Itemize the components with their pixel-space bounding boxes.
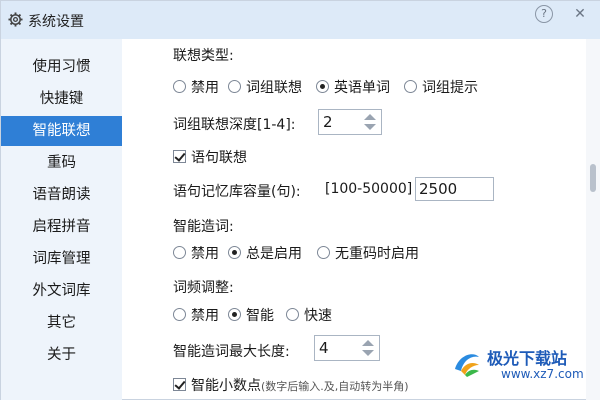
assoc-type-option-label: 英语单词 [334,80,390,96]
assoc-type-option-label: 词组提示 [422,80,478,96]
help-button[interactable]: ? [535,5,553,23]
sentence-assoc-label: 语句联想 [191,150,247,166]
smart-word-radio-always[interactable] [228,246,241,259]
watermark: 极光下载站 www.xz7.com [451,343,596,395]
phrase-depth-stepper[interactable]: 2 [318,109,382,135]
window-title: 系统设置 [28,14,84,30]
title-bar: 系统设置 ? ✕ [1,1,600,39]
phrase-depth-value: 2 [323,113,333,131]
smart-decimal-hint: (数字后输入.及,自动转为半角) [261,380,409,393]
smart-word-option-label: 无重码时启用 [335,246,419,262]
smart-decimal-label: 智能小数点(数字后输入.及,自动转为半角) [191,375,409,395]
gear-icon [8,12,23,27]
smart-word-label: 智能造词: [173,219,234,235]
chevron-down-icon[interactable] [362,350,374,356]
freq-adjust-radio-disable[interactable] [173,308,186,321]
sidebar-nav: 使用习惯 快捷键 智能联想 重码 语音朗读 启程拼音 词库管理 外文词库 其它 … [1,39,122,400]
freq-adjust-option-label: 智能 [246,308,274,324]
sidebar-item-qicheng-pinyin[interactable]: 启程拼音 [1,212,122,242]
sentence-capacity-input[interactable]: 2500 [415,177,494,201]
sentence-assoc-checkbox[interactable] [173,150,186,163]
assoc-type-radio-phrase[interactable] [228,80,241,93]
freq-adjust-label: 词频调整: [173,280,234,296]
close-button[interactable]: ✕ [571,5,589,23]
chevron-down-icon[interactable] [364,124,376,130]
smart-word-radio-no-dup[interactable] [317,246,330,259]
stepper-arrows[interactable] [359,110,381,134]
assoc-type-radio-hint[interactable] [404,80,417,93]
chevron-up-icon[interactable] [362,340,374,346]
assoc-type-radio-disable[interactable] [173,80,186,93]
smart-decimal-checkbox[interactable] [173,378,186,391]
freq-adjust-radio-smart[interactable] [228,308,241,321]
stepper-arrows[interactable] [357,336,379,360]
smart-word-option-label: 总是启用 [246,246,302,262]
sidebar-item-smart-association[interactable]: 智能联想 [1,116,122,146]
freq-adjust-option-label: 禁用 [191,308,219,324]
assoc-type-option-label: 禁用 [191,80,219,96]
sentence-capacity-range: [100-50000] [325,181,413,197]
sidebar-item-dictionary-management[interactable]: 词库管理 [1,244,122,274]
scrollbar-thumb[interactable] [590,164,596,192]
sidebar-item-voice-reading[interactable]: 语音朗读 [1,180,122,210]
settings-window: 系统设置 ? ✕ 使用习惯 快捷键 智能联想 重码 语音朗读 启程拼音 词库管理… [0,0,600,400]
max-word-len-label: 智能造词最大长度: [173,344,290,360]
sidebar-item-about[interactable]: 关于 [1,340,122,370]
aurora-logo-icon [455,354,479,377]
sidebar-item-other[interactable]: 其它 [1,308,122,338]
watermark-name: 极光下载站 [487,349,568,368]
assoc-type-label: 联想类型: [173,48,234,64]
sentence-capacity-label: 语句记忆库容量(句): [173,184,301,200]
sidebar-item-duplicate-codes[interactable]: 重码 [1,148,122,178]
max-word-len-stepper[interactable]: 4 [314,335,380,361]
freq-adjust-option-label: 快速 [304,308,332,324]
sidebar-item-foreign-dictionary[interactable]: 外文词库 [1,276,122,306]
freq-adjust-radio-fast[interactable] [286,308,299,321]
smart-decimal-text: 智能小数点 [191,378,261,394]
smart-word-option-label: 禁用 [191,246,219,262]
watermark-url: www.xz7.com [501,367,584,381]
assoc-type-option-label: 词组联想 [246,80,302,96]
max-word-len-value: 4 [319,339,329,357]
sidebar-item-shortcuts[interactable]: 快捷键 [1,84,122,114]
phrase-depth-label: 词组联想深度[1-4]: [173,117,296,133]
smart-word-radio-disable[interactable] [173,246,186,259]
assoc-type-radio-english[interactable] [316,80,329,93]
sidebar-item-usage-habits[interactable]: 使用习惯 [1,52,122,82]
chevron-up-icon[interactable] [364,114,376,120]
